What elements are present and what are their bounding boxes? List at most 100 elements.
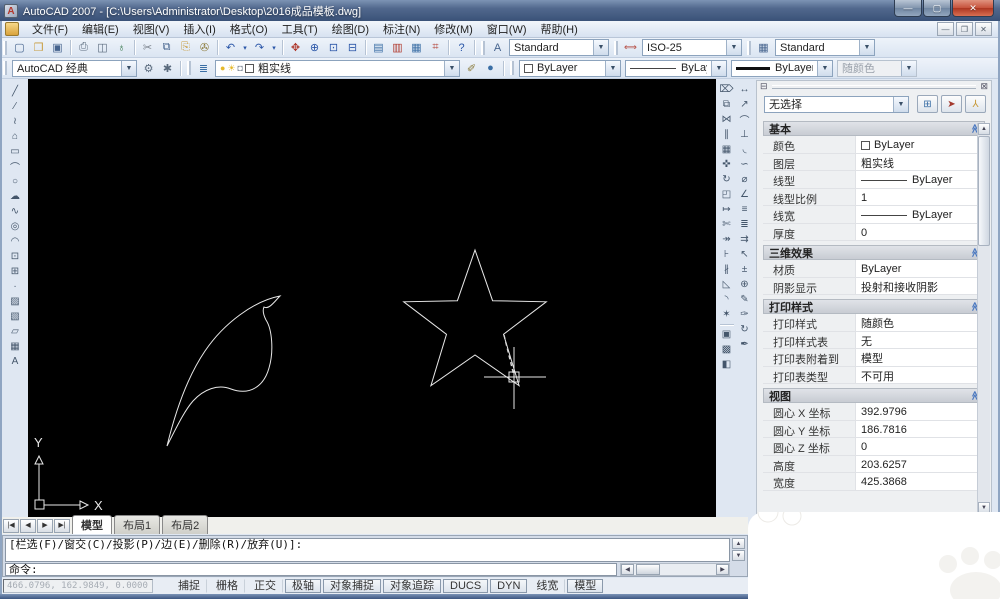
chevron-down-icon[interactable]: ▼ bbox=[859, 40, 874, 55]
menu-item-3[interactable]: 插入(I) bbox=[176, 20, 222, 38]
drawing-canvas[interactable]: X Y bbox=[28, 79, 716, 517]
tab-first-button[interactable]: |◀ bbox=[3, 519, 19, 533]
dim-baseline-button[interactable]: ≣ bbox=[736, 217, 753, 232]
scroll-right-icon[interactable]: ▶ bbox=[716, 564, 729, 575]
property-value[interactable]: 不可用 bbox=[855, 367, 985, 385]
undo-button[interactable]: ↶ bbox=[221, 39, 240, 56]
draworder-bring-front-button[interactable]: ▣ bbox=[718, 327, 735, 342]
dim-style-icon[interactable]: ⟺ bbox=[621, 39, 640, 56]
hatch-button[interactable]: ▨ bbox=[5, 294, 25, 309]
command-scroll-down[interactable]: ▼ bbox=[732, 550, 745, 561]
property-value[interactable]: 425.3868 bbox=[855, 473, 985, 491]
new-file-button[interactable]: ▢ bbox=[10, 39, 29, 56]
toolbar-grip[interactable] bbox=[187, 61, 191, 75]
property-value[interactable]: ByLayer bbox=[855, 171, 985, 189]
polygon-button[interactable]: ⌂ bbox=[5, 129, 25, 144]
tab-next-button[interactable]: ▶ bbox=[37, 519, 53, 533]
markup-set-manager-button[interactable]: ▥ bbox=[388, 39, 407, 56]
scroll-thumb[interactable] bbox=[978, 136, 990, 246]
close-button[interactable]: ✕ bbox=[952, 0, 994, 17]
fillet-button[interactable]: ◝ bbox=[718, 292, 735, 307]
spline-button[interactable]: ∿ bbox=[5, 204, 25, 219]
match-properties-button[interactable]: ✇ bbox=[195, 39, 214, 56]
make-block-button[interactable]: ⊞ bbox=[5, 264, 25, 279]
palette-grip-bar[interactable]: ⊟ ⊠ bbox=[757, 81, 991, 92]
palette-collapse-icon[interactable]: ⊟ bbox=[760, 82, 768, 91]
property-value[interactable]: 0 bbox=[855, 438, 985, 456]
table-button[interactable]: ▦ bbox=[5, 339, 25, 354]
cut-button[interactable]: ✂ bbox=[138, 39, 157, 56]
dim-style-combo[interactable]: ISO-25 ▼ bbox=[642, 39, 742, 56]
trim-button[interactable]: ✄ bbox=[718, 217, 735, 232]
property-value[interactable]: 投射和接收阴影 bbox=[855, 278, 985, 296]
dim-style-button[interactable]: ✒ bbox=[736, 337, 753, 352]
palette-section-header-2[interactable]: 打印样式≪ bbox=[763, 299, 985, 314]
arc-button[interactable]: ⌒ bbox=[5, 159, 25, 174]
dim-diameter-button[interactable]: ⌀ bbox=[736, 172, 753, 187]
undo-list-button[interactable]: ▾ bbox=[240, 39, 250, 56]
doc-close-button[interactable]: ✕ bbox=[975, 22, 992, 36]
toggle-极轴[interactable]: 极轴 bbox=[285, 579, 321, 593]
coordinate-readout[interactable]: 466.0796, 162.9849, 0.0000 bbox=[3, 579, 153, 593]
quick-calc-button[interactable]: ⌗ bbox=[426, 39, 445, 56]
multiline-text-button[interactable]: A bbox=[5, 354, 25, 369]
revision-cloud-button[interactable]: ☁ bbox=[5, 189, 25, 204]
property-value[interactable]: 0 bbox=[855, 224, 985, 242]
dim-ordinate-button[interactable]: ⊥ bbox=[736, 127, 753, 142]
toggle-线宽[interactable]: 线宽 bbox=[529, 579, 565, 593]
text-style-icon[interactable]: A bbox=[488, 39, 507, 56]
chevron-down-icon[interactable]: ▼ bbox=[893, 97, 908, 112]
command-window[interactable]: [栏选(F)/窗交(C)/投影(P)/边(E)/删除(R)/放弃(U)]: 命令… bbox=[2, 535, 748, 577]
menu-item-1[interactable]: 编辑(E) bbox=[75, 20, 126, 38]
menu-item-2[interactable]: 视图(V) bbox=[126, 20, 177, 38]
chevron-down-icon[interactable]: ▼ bbox=[711, 61, 726, 76]
property-value[interactable]: ByLayer bbox=[855, 206, 985, 224]
workspace-settings-button[interactable]: ⚙ bbox=[139, 60, 158, 77]
zoom-previous-button[interactable]: ⊟ bbox=[343, 39, 362, 56]
layout-tab-布局2[interactable]: 布局2 bbox=[162, 515, 208, 534]
table-style-icon[interactable]: ▦ bbox=[754, 39, 773, 56]
scroll-thumb[interactable] bbox=[636, 564, 660, 575]
property-value[interactable]: 203.6257 bbox=[855, 456, 985, 474]
property-value[interactable]: 186.7816 bbox=[855, 421, 985, 439]
doc-minimize-button[interactable]: — bbox=[937, 22, 954, 36]
table-style-combo[interactable]: Standard ▼ bbox=[775, 39, 875, 56]
property-value[interactable]: ByLayer bbox=[855, 136, 985, 154]
my-workspace-button[interactable]: ✱ bbox=[158, 60, 177, 77]
toolbar-grip[interactable] bbox=[614, 41, 618, 55]
dim-radius-button[interactable]: ◟ bbox=[736, 142, 753, 157]
chevron-down-icon[interactable]: ▼ bbox=[817, 61, 832, 76]
dim-aligned-button[interactable]: ↗ bbox=[736, 97, 753, 112]
dim-text-edit-button[interactable]: ✑ bbox=[736, 307, 753, 322]
chevron-down-icon[interactable]: ▼ bbox=[444, 61, 459, 76]
toggle-正交[interactable]: 正交 bbox=[247, 579, 283, 593]
menu-item-7[interactable]: 标注(N) bbox=[376, 20, 427, 38]
toolbar-grip[interactable] bbox=[747, 41, 751, 55]
property-value[interactable]: 392.9796 bbox=[855, 403, 985, 421]
toggle-DUCS[interactable]: DUCS bbox=[443, 579, 488, 593]
workspace-combo[interactable]: AutoCAD 经典 ▼ bbox=[12, 60, 137, 77]
mirror-button[interactable]: ⋈ bbox=[718, 112, 735, 127]
menu-item-9[interactable]: 窗口(W) bbox=[480, 20, 534, 38]
toggle-DYN[interactable]: DYN bbox=[490, 579, 527, 593]
point-button[interactable]: ∙ bbox=[5, 279, 25, 294]
quick-dimension-button[interactable]: ≡ bbox=[736, 202, 753, 217]
scroll-left-icon[interactable]: ◀ bbox=[621, 564, 634, 575]
db-connect-button[interactable]: ▦ bbox=[407, 39, 426, 56]
leaf-polyline[interactable] bbox=[167, 296, 280, 446]
layer-properties-manager-button[interactable]: ≣ bbox=[194, 60, 213, 77]
toolbar-grip[interactable] bbox=[3, 41, 7, 55]
menu-item-8[interactable]: 修改(M) bbox=[427, 20, 480, 38]
toolbar-grip[interactable] bbox=[481, 41, 485, 55]
property-value[interactable]: 1 bbox=[855, 189, 985, 207]
layer-combo[interactable]: ●☀◘ 粗实线 ▼ bbox=[215, 60, 460, 77]
move-button[interactable]: ✜ bbox=[718, 157, 735, 172]
menu-item-0[interactable]: 文件(F) bbox=[25, 20, 75, 38]
command-scroll-up[interactable]: ▲ bbox=[732, 538, 745, 549]
palette-close-icon[interactable]: ⊠ bbox=[980, 82, 988, 91]
open-file-button[interactable]: ❒ bbox=[29, 39, 48, 56]
center-mark-button[interactable]: ⊕ bbox=[736, 277, 753, 292]
pan-realtime-button[interactable]: ✥ bbox=[286, 39, 305, 56]
palette-section-header-0[interactable]: 基本≪ bbox=[763, 121, 985, 136]
chevron-down-icon[interactable]: ▼ bbox=[121, 61, 136, 76]
